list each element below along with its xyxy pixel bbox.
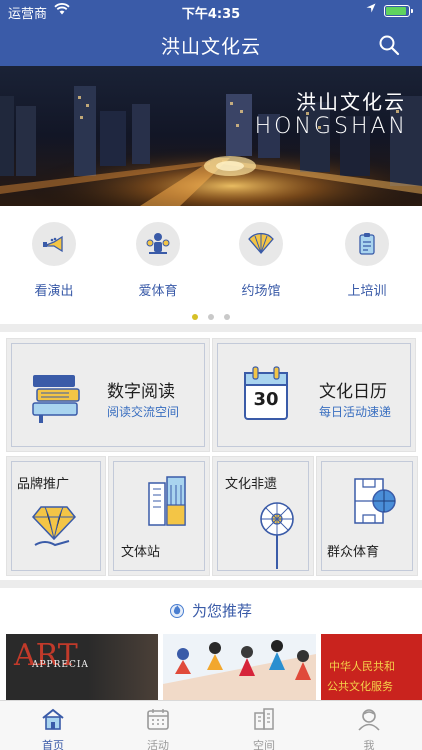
banner-title-en: HONGSHAN xyxy=(254,114,408,139)
quick-entry-section: 看演出 爱体育 约场馆 上培训 xyxy=(0,206,422,324)
recommend-header: 为您推荐 xyxy=(0,600,422,621)
card-culture-calendar[interactable]: 30 文化日历 每日活动速递 xyxy=(212,338,416,452)
bottom-tab-bar: 首页 活动 空间 我 xyxy=(0,700,422,750)
calendar-day: 30 xyxy=(253,389,279,410)
diabolo-icon xyxy=(260,502,294,569)
card-brand-promotion[interactable]: 品牌推广 xyxy=(6,456,106,576)
sports-icon xyxy=(136,222,180,266)
basketball-court-icon xyxy=(354,478,396,524)
carousel-pager[interactable] xyxy=(0,305,422,324)
feature-grid: 数字阅读 阅读交流空间 30 文化日历 每日活动速递 品牌推广 文体站 文化非遗… xyxy=(0,332,422,580)
card-subtitle: 每日活动速递 xyxy=(319,405,392,419)
buildings-icon xyxy=(148,476,186,526)
clipboard-icon xyxy=(345,222,389,266)
tab-label: 首页 xyxy=(42,739,64,750)
banner-title-cn: 洪山文化云 xyxy=(296,90,406,114)
location-icon xyxy=(366,3,376,16)
tab-label: 空间 xyxy=(253,739,275,750)
card-title: 群众体育 xyxy=(327,545,380,560)
recommend-card[interactable] xyxy=(163,634,316,700)
top-header: 运营商 下午4:35 洪山文化云 xyxy=(0,0,422,66)
card-title: 文化非遗 xyxy=(225,477,278,492)
search-icon[interactable] xyxy=(378,34,400,56)
pager-dot[interactable] xyxy=(224,314,230,320)
card-title: 文化日历 xyxy=(319,382,387,402)
dancers-image xyxy=(163,634,316,700)
entry-label: 看演出 xyxy=(34,284,74,299)
hero-banner[interactable]: 洪山文化云 HONGSHAN xyxy=(0,66,422,206)
rec-card-text: 中华人民共和 xyxy=(329,660,395,673)
card-culture-station[interactable]: 文体站 xyxy=(108,456,210,576)
status-bar: 运营商 下午4:35 xyxy=(0,0,422,22)
tab-profile[interactable]: 我 xyxy=(339,707,399,750)
tab-label: 活动 xyxy=(147,739,169,750)
tab-activities[interactable]: 活动 xyxy=(128,707,188,750)
profile-icon xyxy=(358,709,380,731)
calendar-icon xyxy=(147,709,169,730)
recommend-section: 为您推荐 ART APPRECIATION 中华人民共和 公共文化服务 xyxy=(0,588,422,700)
tab-spaces[interactable]: 空间 xyxy=(234,707,294,750)
tab-label: 我 xyxy=(363,739,375,750)
fire-icon xyxy=(169,604,184,618)
entry-training[interactable]: 上培训 xyxy=(327,222,407,299)
trumpet-icon xyxy=(32,222,76,266)
card-digital-reading[interactable]: 数字阅读 阅读交流空间 xyxy=(6,338,210,452)
pager-dot-active[interactable] xyxy=(192,314,198,320)
recommend-card[interactable]: ART APPRECIATION xyxy=(6,634,158,700)
card-title: 品牌推广 xyxy=(17,477,70,492)
fan-icon xyxy=(239,222,283,266)
entry-label: 约场馆 xyxy=(241,284,281,299)
books-icon xyxy=(32,375,80,423)
recommend-title: 为您推荐 xyxy=(191,602,252,620)
entry-label: 爱体育 xyxy=(138,284,178,299)
page-title: 洪山文化云 xyxy=(160,36,261,58)
battery-icon xyxy=(384,5,413,17)
home-icon xyxy=(42,708,64,730)
entry-venues[interactable]: 约场馆 xyxy=(221,222,301,299)
entry-label: 上培训 xyxy=(347,284,387,299)
card-mass-sports[interactable]: 群众体育 xyxy=(316,456,418,576)
entry-sports[interactable]: 爱体育 xyxy=(118,222,198,299)
card-title: 数字阅读 xyxy=(107,382,175,402)
entry-shows[interactable]: 看演出 xyxy=(14,222,94,299)
clock: 下午4:35 xyxy=(181,7,241,22)
pager-dot[interactable] xyxy=(208,314,214,320)
recommend-card[interactable]: 中华人民共和 公共文化服务 xyxy=(321,634,422,700)
card-intangible-heritage[interactable]: 文化非遗 xyxy=(212,456,314,576)
tab-home[interactable]: 首页 xyxy=(23,707,83,750)
card-title: 文体站 xyxy=(121,545,161,560)
diamond-icon xyxy=(32,506,76,547)
rec-card-subtext: 公共文化服务 xyxy=(327,680,393,693)
building-icon xyxy=(254,708,274,730)
card-subtitle: 阅读交流空间 xyxy=(107,405,180,419)
